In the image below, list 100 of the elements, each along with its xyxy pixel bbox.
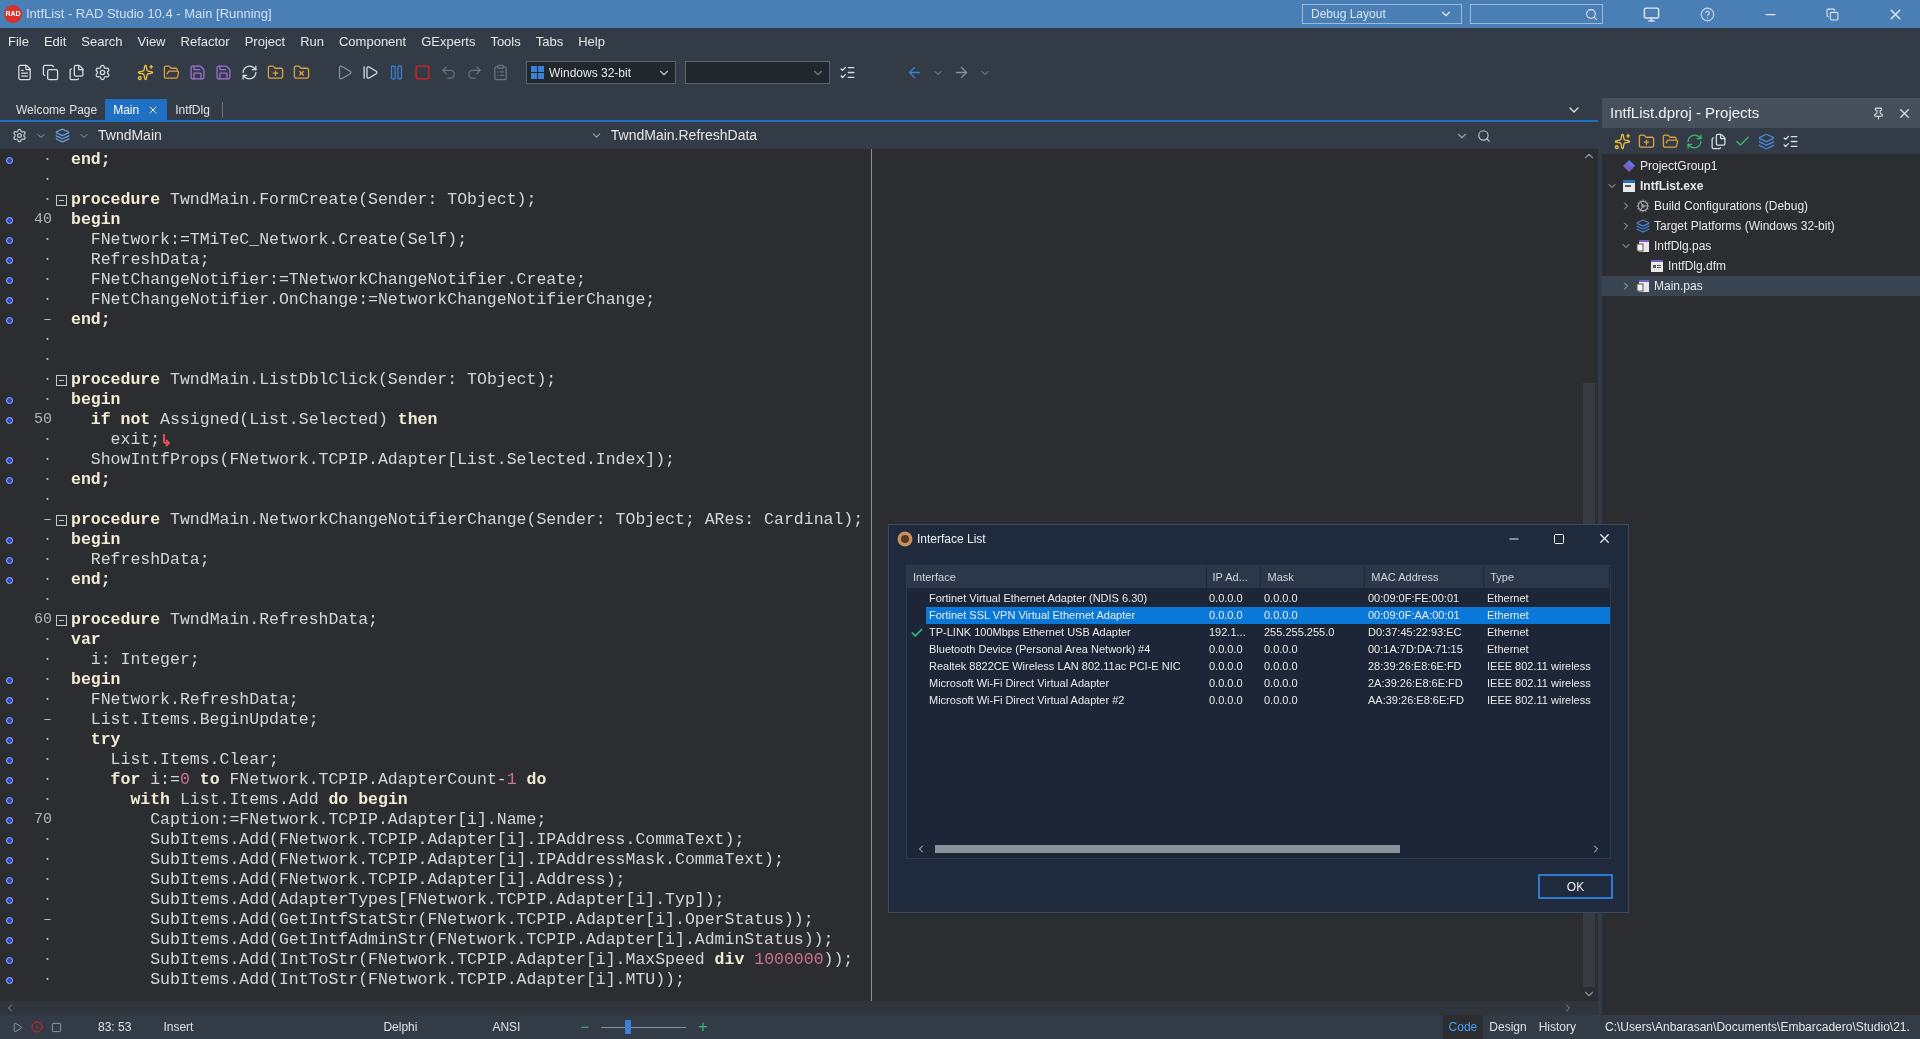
- list-cell-text: Fortinet Virtual Ethernet Adapter (NDIS 6.30): [928, 591, 1149, 607]
- line-number: –: [42, 309, 52, 330]
- tree-label: IntfDlg.pas: [1654, 238, 1712, 255]
- list-cell-text: 0.0.0.0: [1208, 642, 1244, 658]
- line-number: 40: [33, 209, 52, 230]
- line-number: ·: [42, 529, 52, 550]
- list-cell-text: Ethernet: [1486, 625, 1530, 641]
- dialog-title: Interface List: [917, 530, 986, 548]
- project-path: C:\Users\Anbarasan\Documents\Embarcadero\Studio\21.: [1605, 1019, 1910, 1036]
- list-cell-text: 2A:39:26:E8:6E:FD: [1367, 676, 1464, 692]
- line-number: ·: [42, 369, 52, 390]
- list-cell-text: Fortinet SSL VPN Virtual Ethernet Adapter: [928, 608, 1137, 624]
- line-number: ·: [42, 329, 52, 350]
- list-cell-text: 255.255.255.0: [1263, 625, 1336, 641]
- line-number: ·: [42, 249, 52, 270]
- line-number: –: [42, 709, 52, 730]
- list-cell-text: 28:39:26:E8:6E:FD: [1367, 659, 1463, 675]
- code-line: SubItems.Add(IntToStr(FNetwork.TCPIP.Adapter[i].MTU));: [149, 970, 685, 990]
- code-line: List.Items.BeginUpdate;: [89, 710, 319, 730]
- line-number: ·: [42, 849, 52, 870]
- line-number: ·: [42, 569, 52, 590]
- line-number: ·: [42, 629, 52, 650]
- code-line: FNetwork.RefreshData;: [89, 690, 299, 710]
- line-number: ·: [42, 649, 52, 670]
- line-number: ·: [42, 869, 52, 890]
- encoding-label: ANSI: [492, 1019, 521, 1036]
- line-number: ·: [42, 349, 52, 370]
- list-cell-text: AA:39:26:E8:6E:FD: [1367, 693, 1465, 709]
- line-number: ·: [42, 769, 52, 790]
- code-line: exit;: [109, 430, 161, 450]
- line-number: ·: [42, 889, 52, 910]
- line-number: ·: [42, 969, 52, 990]
- line-number: ·: [42, 749, 52, 770]
- panel-title: IntfList.dproj - Projects: [1610, 102, 1760, 123]
- list-cell-text: 0.0.0.0: [1263, 642, 1299, 658]
- list-cell-text: 0.0.0.0: [1208, 693, 1244, 709]
- list-cell-text: TP-LINK 100Mbps Ethernet USB Adapter: [928, 625, 1132, 641]
- code-line: SubItems.Add(AdapterTypes[FNetwork.TCPIP.Adapter[i].Typ]);: [149, 890, 725, 910]
- line-number: –: [42, 909, 52, 930]
- code-line: SubItems.Add(FNetwork.TCPIP.Adapter[i].IPAddressMask.CommaText);: [149, 850, 784, 870]
- code-line: end;: [71, 570, 111, 590]
- code-line: if not Assigned(List.Selected) then: [89, 410, 438, 430]
- tree-label: Build Configurations (Debug): [1654, 198, 1809, 215]
- line-number: ·: [42, 929, 52, 950]
- line-number: ·: [42, 389, 52, 410]
- line-number: ·: [42, 169, 52, 190]
- code-line: for i:=0 to FNetwork.TCPIP.AdapterCount-1 do: [109, 770, 547, 790]
- tree-label: ProjectGroup1: [1640, 158, 1718, 175]
- list-cell-text: Microsoft Wi-Fi Direct Virtual Adapter: [928, 676, 1111, 692]
- list-cell-text: Bluetooth Device (Personal Area Network) #4: [928, 642, 1152, 658]
- code-line: var: [71, 630, 101, 650]
- code-line: SubItems.Add(GetIntfAdminStr(FNetwork.TCPIP.Adapter[i].AdminStatus));: [149, 930, 834, 950]
- line-number: ·: [42, 589, 52, 610]
- list-cell-text: 00:1A:7D:DA:71:15: [1367, 642, 1464, 658]
- line-number: ·: [42, 469, 52, 490]
- list-cell-text: 0.0.0.0: [1263, 676, 1299, 692]
- code-line: procedure TwndMain.NetworkChangeNotifierChange(Sender: TObject; ARes: Cardinal);: [71, 510, 864, 530]
- list-cell-text: 0.0.0.0: [1208, 608, 1244, 624]
- code-line: begin: [71, 530, 121, 550]
- list-cell-text: Realtek 8822CE Wireless LAN 802.11ac PCI-E NIC: [928, 659, 1182, 675]
- code-line: FNetChangeNotifier.OnChange:=NetworkChangeNotifierChange;: [89, 290, 656, 310]
- list-cell-text: IEEE 802.11 wireless: [1486, 676, 1592, 692]
- line-number: ·: [42, 669, 52, 690]
- code-line: FNetChangeNotifier:=TNetworkChangeNotifier.Create;: [89, 270, 586, 290]
- list-cell-text: 0.0.0.0: [1208, 591, 1244, 607]
- tree-label: IntfList.exe: [1640, 178, 1704, 195]
- line-number: ·: [42, 489, 52, 510]
- list-cell-text: 0.0.0.0: [1208, 659, 1244, 675]
- line-number: ·: [42, 189, 52, 210]
- list-cell-text: Ethernet: [1486, 608, 1530, 624]
- line-number: ·: [42, 289, 52, 310]
- line-number: ·: [42, 229, 52, 250]
- code-line: try: [89, 730, 121, 750]
- code-line: procedure TwndMain.RefreshData;: [71, 610, 378, 630]
- tree-label: Target Platforms (Windows 32-bit): [1654, 218, 1835, 235]
- code-line: procedure TwndMain.FormCreate(Sender: TObject);: [71, 190, 537, 210]
- list-cell-text: 192.1...: [1208, 625, 1247, 641]
- list-cell-text: Ethernet: [1486, 591, 1530, 607]
- line-number: ·: [42, 429, 52, 450]
- code-line: RefreshData;: [89, 250, 210, 270]
- language-label: Delphi: [383, 1019, 418, 1036]
- line-number: ·: [42, 729, 52, 750]
- code-line: SubItems.Add(FNetwork.TCPIP.Adapter[i].IPAddress.CommaText);: [149, 830, 745, 850]
- list-cell-text: 0.0.0.0: [1263, 591, 1299, 607]
- line-number: 50: [33, 409, 52, 430]
- line-number: 60: [33, 609, 52, 630]
- code-line: end;: [71, 310, 111, 330]
- line-number: ·: [42, 689, 52, 710]
- line-number: ·: [42, 829, 52, 850]
- list-cell-text: 0.0.0.0: [1263, 608, 1299, 624]
- list-cell-text: 0.0.0.0: [1263, 693, 1299, 709]
- line-number: ·: [42, 269, 52, 290]
- list-cell-text: Microsoft Wi-Fi Direct Virtual Adapter #2: [928, 693, 1126, 709]
- code-line: SubItems.Add(GetIntfStatStr(FNetwork.TCPIP.Adapter[i].OperStatus));: [149, 910, 814, 930]
- code-line: FNetwork:=TMiTeC_Network.Create(Self);: [89, 230, 468, 250]
- tree-label: Main.pas: [1654, 278, 1703, 295]
- code-line: begin: [71, 670, 121, 690]
- window-title: IntfList - RAD Studio 10.4 - Main [Running]: [26, 5, 272, 24]
- code-line: ShowIntfProps(FNetwork.TCPIP.Adapter[List.Selected.Index]);: [89, 450, 675, 470]
- code-line: with List.Items.Add do begin: [129, 790, 408, 810]
